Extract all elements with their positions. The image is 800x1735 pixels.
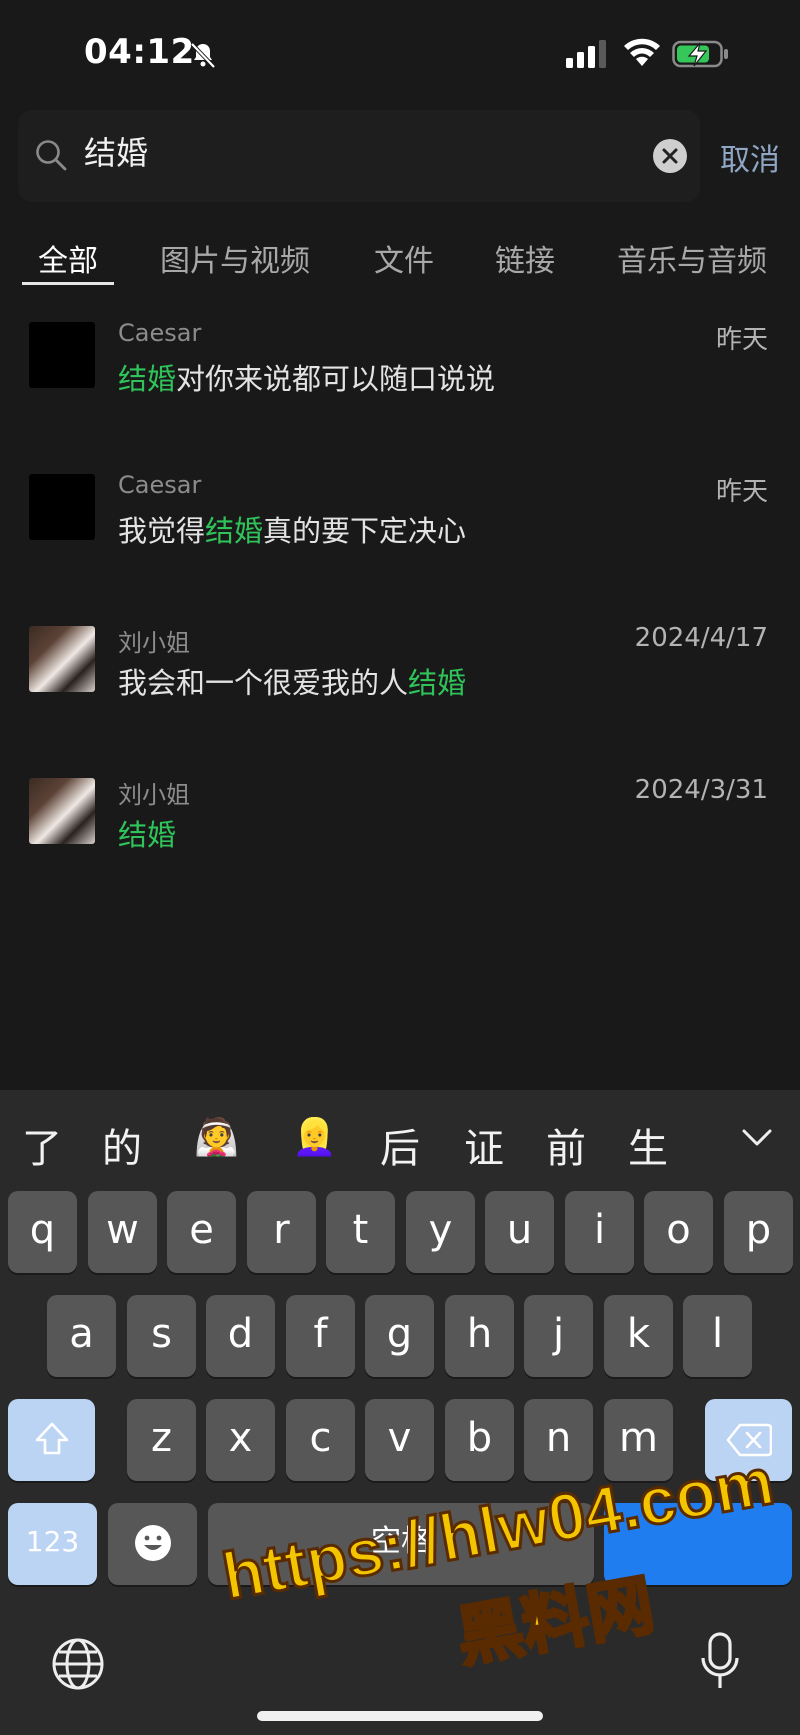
avatar (29, 626, 95, 692)
key-q[interactable]: q (8, 1191, 77, 1273)
home-indicator (257, 1711, 543, 1721)
candidate-emoji[interactable]: 👰 (194, 1116, 239, 1158)
status-time: 04:12 (84, 32, 195, 72)
keyword-highlight: 结婚 (118, 362, 177, 396)
key-c[interactable]: c (286, 1399, 355, 1481)
tab-links[interactable]: 链接 (495, 236, 555, 280)
key-t[interactable]: t (326, 1191, 395, 1273)
shift-key[interactable] (8, 1399, 95, 1481)
tab-files[interactable]: 文件 (374, 236, 434, 280)
key-i[interactable]: i (565, 1191, 634, 1273)
key-k[interactable]: k (604, 1295, 673, 1377)
result-date: 昨天 (715, 325, 768, 355)
search-result-item[interactable]: 刘小姐 2024/4/17 我会和一个很爱我的人结婚 (0, 609, 800, 749)
result-date: 2024/3/31 (634, 775, 768, 805)
search-result-item[interactable]: Caesar 昨天 我觉得结婚真的要下定决心 (0, 457, 800, 597)
key-s[interactable]: s (127, 1295, 196, 1377)
globe-icon[interactable] (50, 1636, 106, 1692)
signal-icon (566, 40, 606, 68)
key-x[interactable]: x (206, 1399, 275, 1481)
chevron-down-icon[interactable] (740, 1120, 774, 1154)
key-u[interactable]: u (485, 1191, 554, 1273)
result-sender: Caesar (118, 471, 202, 499)
key-w[interactable]: w (88, 1191, 157, 1273)
key-l[interactable]: l (683, 1295, 752, 1377)
emoji-key[interactable] (108, 1503, 197, 1585)
tab-images-videos[interactable]: 图片与视频 (160, 236, 310, 280)
clear-icon[interactable] (652, 138, 688, 174)
result-sender: Caesar (118, 319, 202, 347)
key-z[interactable]: z (127, 1399, 196, 1481)
key-d[interactable]: d (206, 1295, 275, 1377)
key-r[interactable]: r (247, 1191, 316, 1273)
result-message: 我觉得结婚真的要下定决心 (118, 514, 467, 548)
search-result-item[interactable]: Caesar 昨天 结婚对你来说都可以随口说说 (0, 305, 800, 445)
status-bar: 04:12 (0, 0, 800, 100)
result-message: 我会和一个很爱我的人结婚 (118, 666, 467, 700)
result-sender: 刘小姐 (118, 781, 190, 809)
candidate-word[interactable]: 的 (102, 1116, 142, 1174)
key-p[interactable]: p (724, 1191, 793, 1273)
tab-all[interactable]: 全部 (38, 236, 98, 280)
bell-slash-icon (190, 42, 216, 69)
emoji-icon (134, 1525, 171, 1561)
active-tab-indicator (22, 282, 114, 285)
key-e[interactable]: e (167, 1191, 236, 1273)
candidate-word[interactable]: 生 (628, 1116, 668, 1174)
result-date: 2024/4/17 (634, 623, 768, 653)
candidate-word[interactable]: 前 (546, 1116, 586, 1174)
candidate-emoji[interactable]: 👱‍♀️ (292, 1116, 337, 1158)
search-icon (36, 140, 67, 171)
search-input[interactable] (84, 132, 624, 170)
keyword-highlight: 结婚 (118, 818, 177, 852)
key-a[interactable]: a (47, 1295, 116, 1377)
candidate-word[interactable]: 了 (22, 1116, 62, 1174)
microphone-icon[interactable] (698, 1630, 742, 1694)
key-h[interactable]: h (445, 1295, 514, 1377)
shift-icon (35, 1422, 68, 1455)
tab-music-audio[interactable]: 音乐与音频 (617, 236, 767, 280)
tab-bar: 全部 图片与视频 文件 链接 音乐与音频 (0, 228, 800, 288)
candidate-word[interactable]: 证 (464, 1116, 504, 1174)
key-j[interactable]: j (524, 1295, 593, 1377)
avatar (29, 322, 95, 388)
numbers-key[interactable]: 123 (8, 1503, 97, 1585)
avatar (29, 474, 95, 540)
result-message: 结婚 (118, 812, 176, 854)
cancel-button[interactable]: 取消 (720, 135, 780, 179)
wifi-icon (624, 38, 660, 66)
key-f[interactable]: f (286, 1295, 355, 1377)
key-o[interactable]: o (644, 1191, 713, 1273)
candidate-word[interactable]: 后 (380, 1116, 420, 1174)
avatar (29, 778, 95, 844)
battery-charging-icon (672, 40, 728, 68)
result-message: 结婚对你来说都可以随口说说 (118, 362, 496, 396)
keyword-highlight: 结婚 (408, 666, 467, 700)
result-sender: 刘小姐 (118, 629, 190, 657)
keyword-highlight: 结婚 (205, 514, 264, 548)
key-g[interactable]: g (365, 1295, 434, 1377)
key-y[interactable]: y (406, 1191, 475, 1273)
search-result-item[interactable]: 刘小姐 2024/3/31 结婚 (0, 761, 800, 901)
result-date: 昨天 (715, 477, 768, 507)
